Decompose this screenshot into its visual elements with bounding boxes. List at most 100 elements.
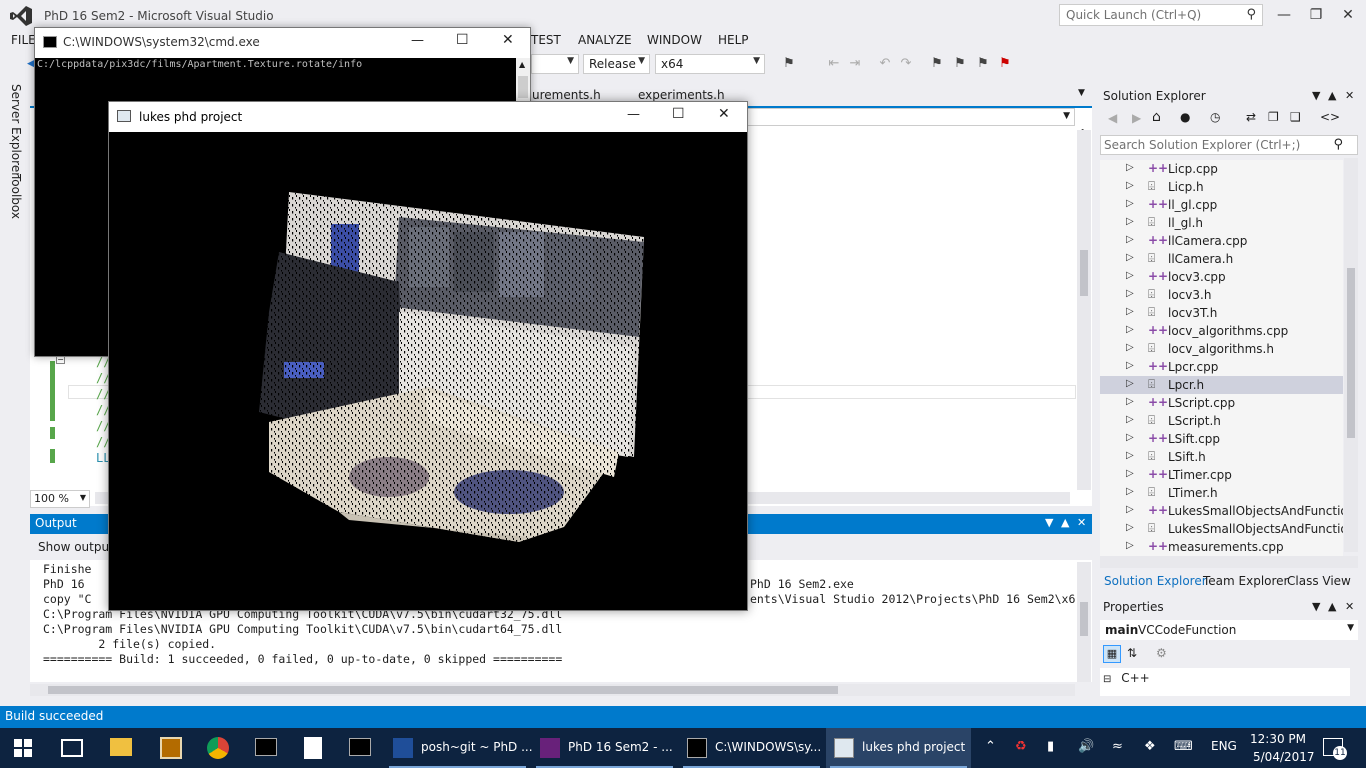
sync-icon[interactable]: ● xyxy=(1180,110,1190,124)
expand-icon[interactable]: ▷ xyxy=(1126,216,1134,227)
window-position-icon[interactable]: ▼ xyxy=(1312,89,1320,102)
solution-file-item[interactable]: ▷ ++ LSift.cpp xyxy=(1100,430,1343,448)
collapse-all-icon[interactable]: ❐ xyxy=(1268,110,1279,124)
scroll-thumb[interactable] xyxy=(518,76,528,98)
solution-file-item[interactable]: ▷ ++ LScript.cpp xyxy=(1100,394,1343,412)
close-icon[interactable]: ✕ xyxy=(1077,516,1086,529)
close-icon[interactable]: ✕ xyxy=(1345,600,1354,613)
expand-icon[interactable]: ▷ xyxy=(1126,342,1134,353)
menu-analyze[interactable]: ANALYZE xyxy=(578,33,632,47)
solution-file-item[interactable]: ▷ ++ ll_gl.cpp xyxy=(1100,196,1343,214)
prev-bookmark-icon[interactable]: ⚑ xyxy=(952,56,968,72)
solution-file-item[interactable]: ▷ ⌹ LTimer.h xyxy=(1100,484,1343,502)
taskbar-app-cmd[interactable]: C:\WINDOWS\sy... xyxy=(679,728,824,768)
pin-icon[interactable]: ▲ xyxy=(1328,89,1336,102)
close-button[interactable]: ✕ xyxy=(718,106,730,122)
scroll-thumb[interactable] xyxy=(1080,250,1088,296)
clear-bookmarks-icon[interactable]: ⚑ xyxy=(997,56,1013,72)
close-button[interactable]: ✕ xyxy=(502,32,514,48)
home-icon[interactable]: ⌂ xyxy=(1152,109,1161,125)
find-in-files-icon[interactable]: ⚑ xyxy=(781,56,797,72)
tab-solution-explorer[interactable]: Solution Explorer xyxy=(1104,574,1207,588)
solution-file-item[interactable]: ▷ ++ Lpcr.cpp xyxy=(1100,358,1343,376)
solution-file-item[interactable]: ▷ ++ llCamera.cpp xyxy=(1100,232,1343,250)
expand-icon[interactable]: ▷ xyxy=(1126,504,1134,515)
network-icon[interactable]: ≈ xyxy=(1112,739,1123,754)
expand-icon[interactable]: ▷ xyxy=(1126,234,1134,245)
expand-icon[interactable]: ▷ xyxy=(1126,378,1134,389)
window-position-icon[interactable]: ▼ xyxy=(1312,600,1320,613)
alphabetical-icon[interactable]: ⇅ xyxy=(1127,646,1137,660)
expand-icon[interactable]: ▷ xyxy=(1126,540,1134,551)
action-center-icon[interactable]: 11 xyxy=(1323,738,1347,760)
solution-file-item[interactable]: ▷ ⌹ LukesSmallObjectsAndFunctions. xyxy=(1100,520,1343,538)
bookmark-icon[interactable]: ⚑ xyxy=(929,56,945,72)
close-icon[interactable]: ✕ xyxy=(1345,89,1354,102)
solution-file-item[interactable]: ▷ ⌹ Licp.h xyxy=(1100,178,1343,196)
platform-combo[interactable]: x64 ▼ xyxy=(655,54,765,74)
toolbox-tab[interactable]: Toolbox xyxy=(9,174,23,219)
expand-icon[interactable]: ▷ xyxy=(1126,198,1134,209)
solution-file-item[interactable]: ▷ ++ locv_algorithms.cpp xyxy=(1100,322,1343,340)
terminal-icon[interactable] xyxy=(255,738,277,756)
expand-icon[interactable]: ▷ xyxy=(1126,306,1134,317)
output-vertical-scrollbar[interactable] xyxy=(1077,562,1091,682)
close-button[interactable]: ✕ xyxy=(1328,0,1366,30)
solution-file-item[interactable]: ▷ ++ measurements.cpp xyxy=(1100,538,1343,556)
zoom-combo[interactable]: 100 % ▼ xyxy=(30,490,90,508)
expand-icon[interactable]: ▷ xyxy=(1126,450,1134,461)
show-all-files-icon[interactable]: ❑ xyxy=(1290,110,1301,124)
tab-measurements-h[interactable]: urements.h xyxy=(532,88,601,102)
scroll-up-icon[interactable]: ▲ xyxy=(519,60,525,69)
expand-icon[interactable]: ▷ xyxy=(1126,360,1134,371)
properties-category[interactable]: ⊟ C++ xyxy=(1103,671,1150,685)
cmd-title-bar[interactable]: C:\WINDOWS\system32\cmd.exe — ☐ ✕ xyxy=(35,28,530,58)
format-left-icon[interactable]: ⇤ xyxy=(826,56,842,72)
startup-combo[interactable]: ▼ xyxy=(531,54,579,74)
solution-horizontal-scrollbar[interactable] xyxy=(1100,556,1358,568)
maximize-button[interactable]: ☐ xyxy=(672,106,685,122)
solution-file-item[interactable]: ▷ ++LukesSmallObjectsAndFunctions. xyxy=(1100,502,1343,520)
server-explorer-tab[interactable]: Server Explorer xyxy=(9,84,23,177)
expand-icon[interactable]: ▷ xyxy=(1126,468,1134,479)
sublime-icon[interactable] xyxy=(160,737,182,759)
show-hidden-icons-icon[interactable]: ⌃ xyxy=(985,739,996,754)
clock-time[interactable]: 12:30 PM xyxy=(1250,732,1306,746)
refresh-icon[interactable]: ⇄ xyxy=(1246,110,1256,124)
solution-file-item[interactable]: ▷ ⌹ LScript.h xyxy=(1100,412,1343,430)
window-position-icon[interactable]: ▼ xyxy=(1045,516,1053,529)
windows-start-button[interactable] xyxy=(14,739,32,757)
forward-icon[interactable]: ▶ xyxy=(1132,111,1141,125)
expand-icon[interactable]: ▷ xyxy=(1126,180,1134,191)
tab-class-view[interactable]: Class View xyxy=(1287,574,1351,588)
solution-search-input[interactable]: Search Solution Explorer (Ctrl+;) ⚲ xyxy=(1100,135,1358,155)
menu-file[interactable]: FILE xyxy=(11,33,36,47)
quick-launch-input[interactable]: Quick Launch (Ctrl+Q) ⚲ xyxy=(1059,4,1263,26)
view-code-icon[interactable]: <> xyxy=(1320,110,1340,124)
tab-experiments-h[interactable]: experiments.h xyxy=(638,88,725,102)
output-horizontal-scrollbar[interactable] xyxy=(30,684,1075,696)
file-explorer-icon[interactable] xyxy=(110,738,132,756)
solution-file-item[interactable]: ▷ ++ LTimer.cpp xyxy=(1100,466,1343,484)
expand-icon[interactable]: ▷ xyxy=(1126,162,1134,173)
editor-vertical-scrollbar[interactable] xyxy=(1077,130,1091,490)
pending-changes-icon[interactable]: ◷ xyxy=(1210,110,1220,124)
task-view-icon[interactable] xyxy=(61,739,83,757)
input-language[interactable]: ENG xyxy=(1211,739,1237,753)
solution-file-item[interactable]: ▷ ⌹ locv3T.h xyxy=(1100,304,1343,322)
pin-icon[interactable]: ▲ xyxy=(1061,516,1069,529)
expand-icon[interactable]: ▷ xyxy=(1126,288,1134,299)
solution-file-item[interactable]: ▷ ⌹ LSift.h xyxy=(1100,448,1343,466)
expand-icon[interactable]: ▷ xyxy=(1126,270,1134,281)
maximize-button[interactable]: ☐ xyxy=(456,32,469,48)
menu-test[interactable]: TEST xyxy=(531,33,561,47)
expand-icon[interactable]: ▷ xyxy=(1126,432,1134,443)
scroll-thumb[interactable] xyxy=(48,686,838,694)
phd-title-bar[interactable]: lukes phd project — ☐ ✕ xyxy=(109,102,747,132)
taskbar-app-phd-project[interactable]: lukes phd project xyxy=(826,728,971,768)
taskbar-app-visual-studio[interactable]: PhD 16 Sem2 - ... xyxy=(532,728,677,768)
scroll-thumb[interactable] xyxy=(1347,268,1355,438)
tab-overflow-icon[interactable]: ▼ xyxy=(1078,88,1085,98)
expand-icon[interactable]: ▷ xyxy=(1126,522,1134,533)
configuration-combo[interactable]: Release ▼ xyxy=(583,54,650,74)
